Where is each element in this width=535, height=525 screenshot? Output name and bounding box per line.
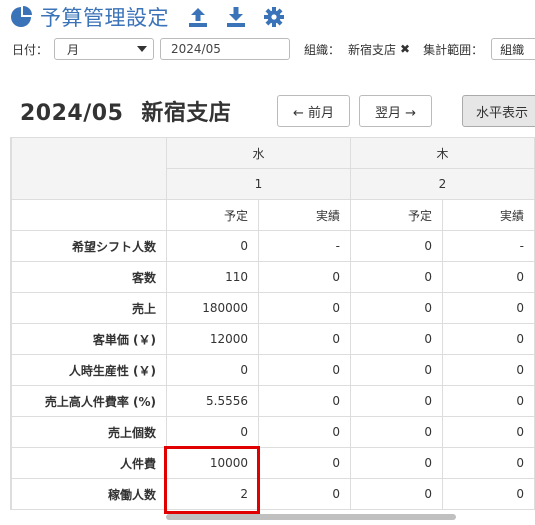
actual-value-cell: 0 [442, 323, 535, 355]
corner-cell [11, 137, 167, 200]
caret-down-icon [137, 46, 148, 52]
budget-grid: 水 木 1 2 予定 実績 予定 実績 希望シフト人数 0-0- 客数 110 0 0 0 売… [10, 137, 535, 510]
plan-value-cell[interactable]: 0 [166, 230, 259, 262]
actual-value-cell: 0 [442, 478, 535, 510]
row-label: 稼働人数 [11, 478, 167, 510]
horizontal-view-button[interactable]: 水平表示 [462, 95, 535, 127]
actual-value-cell: 0 [258, 416, 351, 448]
page-title: 予算管理設定 [40, 6, 169, 30]
table-row: 客単価 (￥) 12000 0 0 0 [11, 323, 535, 355]
plan-value-cell[interactable]: 0 [350, 385, 443, 417]
row-label: 売上高人件費率 (%) [11, 385, 167, 417]
actual-value-cell: 0 [258, 385, 351, 417]
plan-value-cell[interactable]: 0 [350, 230, 443, 262]
aggregation-label: 集計範囲： [423, 42, 484, 57]
actual-value-cell: 0 [258, 354, 351, 386]
actual-value-cell: 0 [442, 292, 535, 324]
weekday-header: 木 [350, 137, 535, 169]
heading-store: 新宿支店 [141, 101, 232, 126]
aggregation-select[interactable]: 組織 [491, 38, 535, 60]
period-select-value: 月 [67, 42, 80, 57]
actual-value-cell: 0 [442, 416, 535, 448]
actual-value-cell: 0 [258, 292, 351, 324]
actual-value-cell: 0 [258, 447, 351, 479]
actual-value-cell: 0 [442, 385, 535, 417]
corner-sub-cell [11, 199, 167, 231]
plan-value-cell[interactable]: 5.5556 [166, 385, 259, 417]
plan-value-cell[interactable]: 0 [350, 354, 443, 386]
upload-icon[interactable] [187, 6, 209, 28]
actual-value-cell: 0 [442, 447, 535, 479]
table-row: 稼働人数 2 0 0 0 [11, 478, 535, 510]
row-label: 人件費 [11, 447, 167, 479]
horizontal-scrollbar[interactable] [166, 514, 456, 520]
filter-bar: 日付： 月 2024/05 組織： 新宿支店 ✖ 集計範囲： 組織 [12, 37, 535, 61]
org-value: 新宿支店 [348, 42, 397, 57]
actual-header: 実績 [258, 199, 351, 231]
row-label: 売上個数 [11, 416, 167, 448]
table-row: 客数 110 0 0 0 [11, 261, 535, 293]
download-icon[interactable] [225, 6, 247, 28]
actual-value-cell: 0 [258, 261, 351, 293]
table-row: 売上高人件費率 (%) 5.5556 0 0 0 [11, 385, 535, 417]
row-label: 人時生産性 (￥) [11, 354, 167, 386]
weekday-header: 水 [166, 137, 351, 169]
actual-header: 実績 [442, 199, 535, 231]
table-row: 人件費 10000 0 0 0 [11, 447, 535, 479]
org-chip: 新宿支店 ✖ [348, 41, 410, 58]
actual-value-cell: 0 [258, 323, 351, 355]
plan-value-cell[interactable]: 0 [350, 261, 443, 293]
view-heading: 2024/05 新宿支店 [20, 95, 231, 127]
row-label: 客数 [11, 261, 167, 293]
row-label: 客単価 (￥) [11, 323, 167, 355]
period-select[interactable]: 月 [54, 38, 155, 60]
table-row: 売上 180000 0 0 0 [11, 292, 535, 324]
plan-header: 予定 [166, 199, 259, 231]
plan-value-cell[interactable]: 110 [166, 261, 259, 293]
pie-chart-icon [11, 6, 32, 27]
row-label: 売上 [11, 292, 167, 324]
plan-value-cell[interactable]: 10000 [166, 447, 259, 479]
next-month-button[interactable]: 翌月 → [359, 95, 432, 127]
plan-value-cell[interactable]: 0 [166, 354, 259, 386]
actual-value-cell: 0 [442, 261, 535, 293]
budget-table: 水 木 1 2 予定 実績 予定 実績 希望シフト人数 0-0- 客数 110 0 0 0 売… [11, 137, 535, 510]
prev-month-button[interactable]: ← 前月 [277, 95, 350, 127]
table-row: 人時生産性 (￥) 0 0 0 0 [11, 354, 535, 386]
actual-value-cell: - [258, 230, 351, 262]
date-header: 1 [166, 168, 351, 200]
date-input[interactable]: 2024/05 [160, 38, 291, 60]
date-header: 2 [350, 168, 535, 200]
plan-value-cell[interactable]: 0 [166, 416, 259, 448]
date-label: 日付： [12, 42, 49, 57]
plan-value-cell[interactable]: 12000 [166, 323, 259, 355]
table-row: 希望シフト人数 0-0- [11, 230, 535, 262]
actual-value-cell: 0 [258, 478, 351, 510]
plan-value-cell[interactable]: 0 [350, 478, 443, 510]
plan-value-cell[interactable]: 180000 [166, 292, 259, 324]
plan-header: 予定 [350, 199, 443, 231]
table-row: 売上個数 0 0 0 0 [11, 416, 535, 448]
plan-value-cell[interactable]: 0 [350, 447, 443, 479]
actual-value-cell: 0 [442, 354, 535, 386]
remove-org-icon[interactable]: ✖ [400, 42, 410, 56]
plan-value-cell[interactable]: 2 [166, 478, 259, 510]
plan-value-cell[interactable]: 0 [350, 323, 443, 355]
title-bar: 予算管理設定 [10, 2, 285, 32]
row-label: 希望シフト人数 [11, 230, 167, 262]
heading-period: 2024/05 [20, 101, 124, 126]
plan-value-cell[interactable]: 0 [350, 292, 443, 324]
plan-value-cell[interactable]: 0 [350, 416, 443, 448]
gear-icon[interactable] [263, 6, 285, 28]
actual-value-cell: - [442, 230, 535, 262]
org-label: 組織： [304, 42, 341, 57]
